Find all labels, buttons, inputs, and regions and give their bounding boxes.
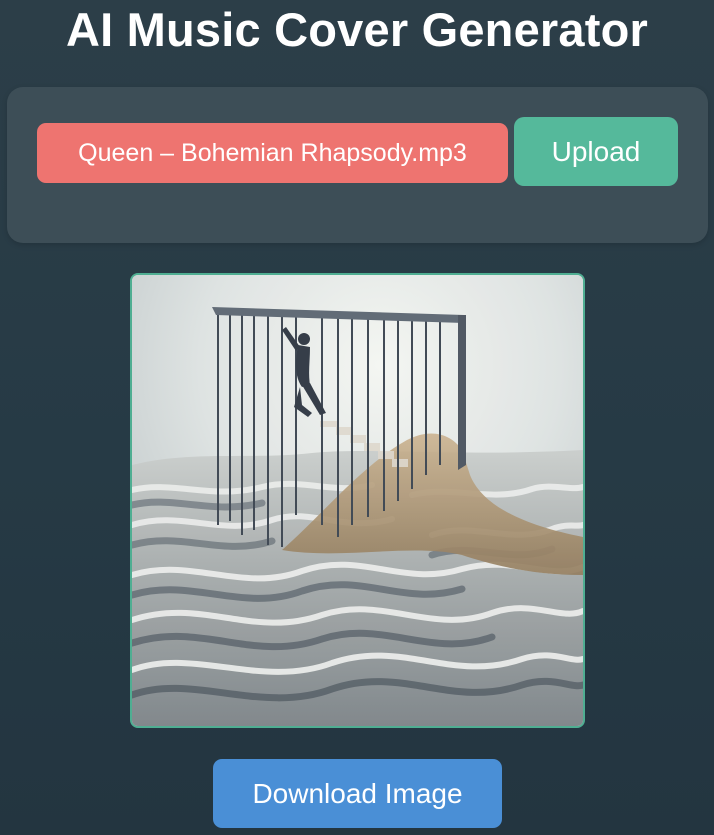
page-title: AI Music Cover Generator [65,3,649,56]
upload-button[interactable]: Upload [514,117,678,186]
file-name-field[interactable]: Queen – Bohemian Rhapsody.mp3 [37,123,508,183]
upload-panel: Queen – Bohemian Rhapsody.mp3 Upload [7,87,708,243]
download-image-button[interactable]: Download Image [213,759,502,828]
generated-cover-image [130,273,585,728]
cover-artwork [132,275,583,726]
